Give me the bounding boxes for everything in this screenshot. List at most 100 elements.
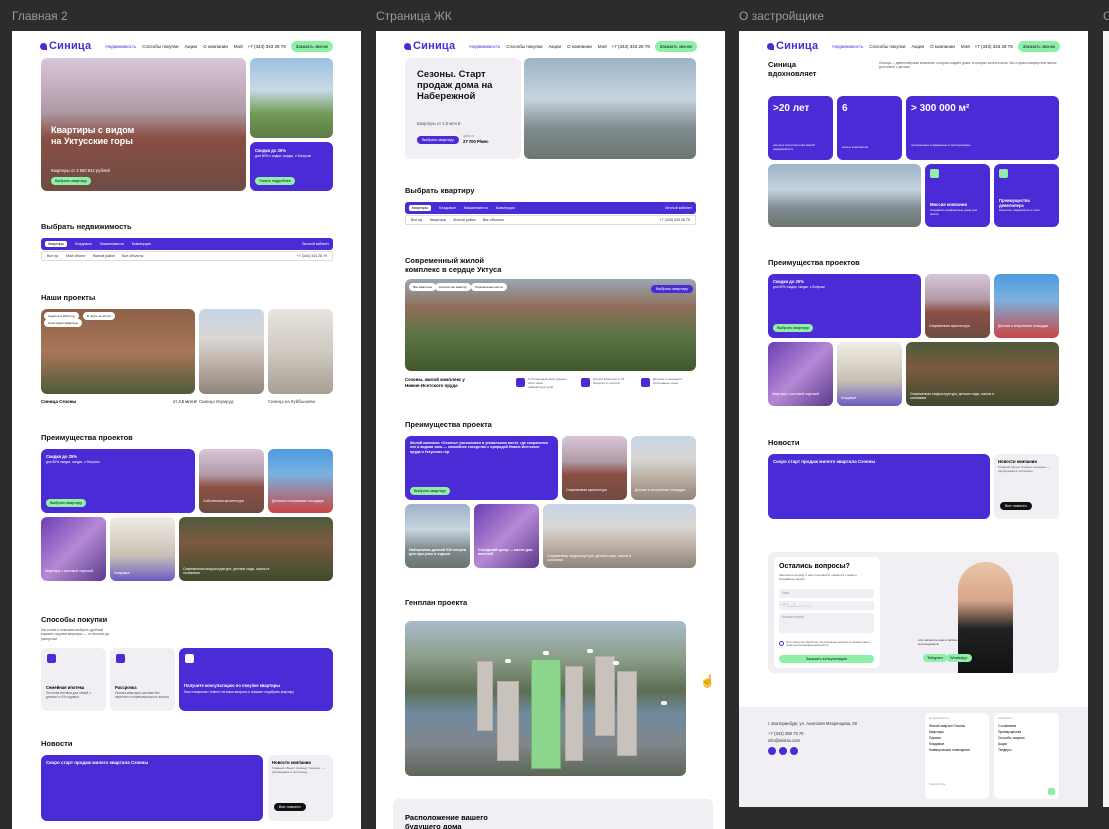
building[interactable] — [477, 661, 493, 731]
footer-link[interactable]: Квартиры — [929, 730, 944, 734]
adv-card[interactable]: Квартиры с чистовой отделкой — [768, 342, 833, 406]
adv-card[interactable]: Современная инфраструктура: детские сады… — [543, 504, 696, 568]
adv-card[interactable]: Детская и спортивные площадки — [268, 449, 333, 513]
building[interactable] — [595, 656, 615, 736]
filter-item[interactable]: Мой объект — [66, 254, 85, 258]
frame-label-complex[interactable]: Страница ЖК — [376, 9, 452, 23]
adv-card[interactable]: Детские и спортивные площадки — [994, 274, 1059, 338]
name-input[interactable]: Имя — [779, 589, 874, 598]
genplan-map[interactable] — [405, 621, 686, 776]
promo-button[interactable]: Выбрать квартиру — [773, 324, 813, 332]
nav-item[interactable]: Недвижимость — [832, 44, 863, 49]
frame-label-developer[interactable]: О застройщике — [739, 9, 824, 23]
map-pin[interactable] — [587, 649, 593, 653]
nav-item[interactable]: Недвижимость — [469, 44, 500, 49]
buy-card[interactable]: Рассрочка Оплата квартиры частями без пе… — [110, 648, 175, 711]
nav-item[interactable]: Мой — [234, 44, 243, 49]
consent-checkbox[interactable] — [779, 641, 784, 646]
footer-email[interactable]: info@sinitsa.com — [768, 738, 800, 743]
frame-label-next[interactable]: С — [1103, 9, 1109, 23]
filter-item[interactable]: Все объекты — [122, 254, 143, 258]
filter-item[interactable]: Все пр. — [47, 254, 59, 258]
tab[interactable]: Машиноместа — [464, 206, 488, 210]
adv-card[interactable]: Кладовые — [837, 342, 902, 406]
adv-main-button[interactable]: Выбрать квартиру — [410, 487, 450, 495]
adv-card[interactable]: Собственная архитектура — [199, 449, 264, 513]
tab[interactable]: Кладовые — [75, 242, 92, 246]
footer-link[interactable]: Паркинг — [929, 736, 941, 740]
nav-item[interactable]: Акции — [911, 44, 924, 49]
adv-card[interactable]: Современная инфраструктура, детские сады… — [906, 342, 1059, 406]
project-card[interactable]: Сдается в 2024 год В черте за 10 лет Сро… — [41, 309, 195, 394]
tab[interactable]: Коммерция — [132, 242, 151, 246]
promo-card[interactable]: Скидки до 25% для 80% с кидки, скидки, с… — [250, 142, 333, 191]
news-main-card[interactable]: Скоро старт продаж жилого квартала Сезон… — [41, 755, 263, 821]
complex-hero-button[interactable]: Выбрать квартиру — [417, 136, 459, 144]
footer-link[interactable]: Акции — [998, 742, 1007, 746]
call-button[interactable]: Заказать звонок — [654, 40, 697, 52]
footer-link[interactable]: Кладовые — [929, 742, 944, 746]
tab[interactable]: Квартиры — [409, 205, 432, 211]
project-card[interactable] — [268, 309, 333, 394]
whatsapp-icon[interactable] — [790, 747, 798, 755]
buy-card[interactable]: Семейная ипотека Льготная ипотека для се… — [41, 648, 106, 711]
tab[interactable]: Машиноместа — [100, 242, 124, 246]
submit-button[interactable]: Заказать консультацию — [779, 655, 874, 663]
footer-link[interactable]: Жилой квартал Сезоны — [929, 724, 965, 728]
map-pin[interactable] — [543, 651, 549, 655]
call-button[interactable]: Заказать звонок — [1017, 40, 1060, 52]
nav-item[interactable]: О компании — [567, 44, 592, 49]
telegram-button[interactable]: Telegram — [923, 654, 947, 662]
all-news-button[interactable]: Все новости — [274, 803, 306, 811]
site-logo[interactable]: Синица — [404, 40, 455, 52]
site-logo[interactable]: Синица — [767, 40, 818, 52]
nav-item[interactable]: Недвижимость — [105, 44, 136, 49]
whatsapp-button[interactable]: WhatsApp — [946, 654, 972, 662]
frame-next-partial[interactable] — [1103, 31, 1109, 807]
filter-item[interactable]: Жилой район — [453, 218, 475, 222]
project-name[interactable]: Синица Сезоны — [41, 399, 76, 405]
project-card[interactable] — [199, 309, 264, 394]
nav-item[interactable]: Мой — [961, 44, 970, 49]
footer-link[interactable]: Коммерческие помещения — [929, 748, 970, 752]
nav-item[interactable]: Акции — [184, 44, 197, 49]
filter-item[interactable]: Все пр. — [411, 218, 423, 222]
footer-link[interactable]: Преимущества — [998, 730, 1021, 734]
footer-phone[interactable]: +7 (343) 288 79 70 — [768, 731, 804, 736]
promo-button[interactable]: Узнать подробнее — [255, 177, 295, 185]
phone-input[interactable]: +7 (___) ___-__-__ — [779, 601, 874, 610]
header-phone[interactable]: +7 (343) 343 28 79 — [248, 44, 286, 49]
nav-item[interactable]: Способы покупки — [869, 44, 905, 49]
comment-input[interactable]: Комментарий — [779, 613, 874, 633]
filter-phone[interactable]: +7 (343) 343 28 79 — [660, 218, 690, 222]
adv-card[interactable]: Современная архитектура — [925, 274, 990, 338]
building[interactable] — [617, 671, 637, 756]
adv-card[interactable]: Набережная длиной 630 метров для прогуло… — [405, 504, 470, 568]
adv-promo-button[interactable]: Выбрать квартиру — [46, 499, 86, 507]
nav-item[interactable]: Способы покупки — [142, 44, 178, 49]
frame-label-home[interactable]: Главная 2 — [12, 9, 68, 23]
consult-card[interactable]: Получите консультацию по покупке квартир… — [179, 648, 333, 711]
park-button[interactable]: Выбрать квартиру — [651, 285, 693, 293]
frame-home[interactable]: Синица Недвижимость Способы покупки Акци… — [12, 31, 361, 829]
map-pin[interactable] — [613, 661, 619, 665]
adv-card[interactable]: Соседский центр — место для жителей — [474, 504, 539, 568]
header-phone[interactable]: +7 (343) 343 28 79 — [612, 44, 650, 49]
nav-item[interactable]: Мой — [598, 44, 607, 49]
filter-phone[interactable]: +7 (343) 343 28 79 — [297, 254, 327, 258]
adv-card[interactable]: Современная инфраструктура: детские сады… — [179, 517, 333, 581]
filter-item[interactable]: Квартиры — [430, 218, 446, 222]
vk-icon[interactable] — [768, 747, 776, 755]
frame-developer[interactable]: Синица Недвижимость Способы покупки Акци… — [739, 31, 1088, 807]
nav-item[interactable]: О компании — [930, 44, 955, 49]
adv-promo-card[interactable]: Скидки до 25% для 80% скидки, скидки, с … — [41, 449, 195, 513]
filter-item[interactable]: Жилой район — [93, 254, 115, 258]
telegram-icon[interactable] — [779, 747, 787, 755]
project-name[interactable]: Синица Изумруд — [199, 399, 234, 404]
tab[interactable]: Квартиры — [45, 241, 68, 247]
project-name[interactable]: Синица на Куйбышева — [268, 399, 315, 404]
map-pin[interactable] — [505, 659, 511, 663]
footer-link[interactable]: Тендеры — [998, 748, 1011, 752]
scroll-top-icon[interactable] — [1048, 788, 1055, 795]
header-phone[interactable]: +7 (343) 343 28 79 — [975, 44, 1013, 49]
